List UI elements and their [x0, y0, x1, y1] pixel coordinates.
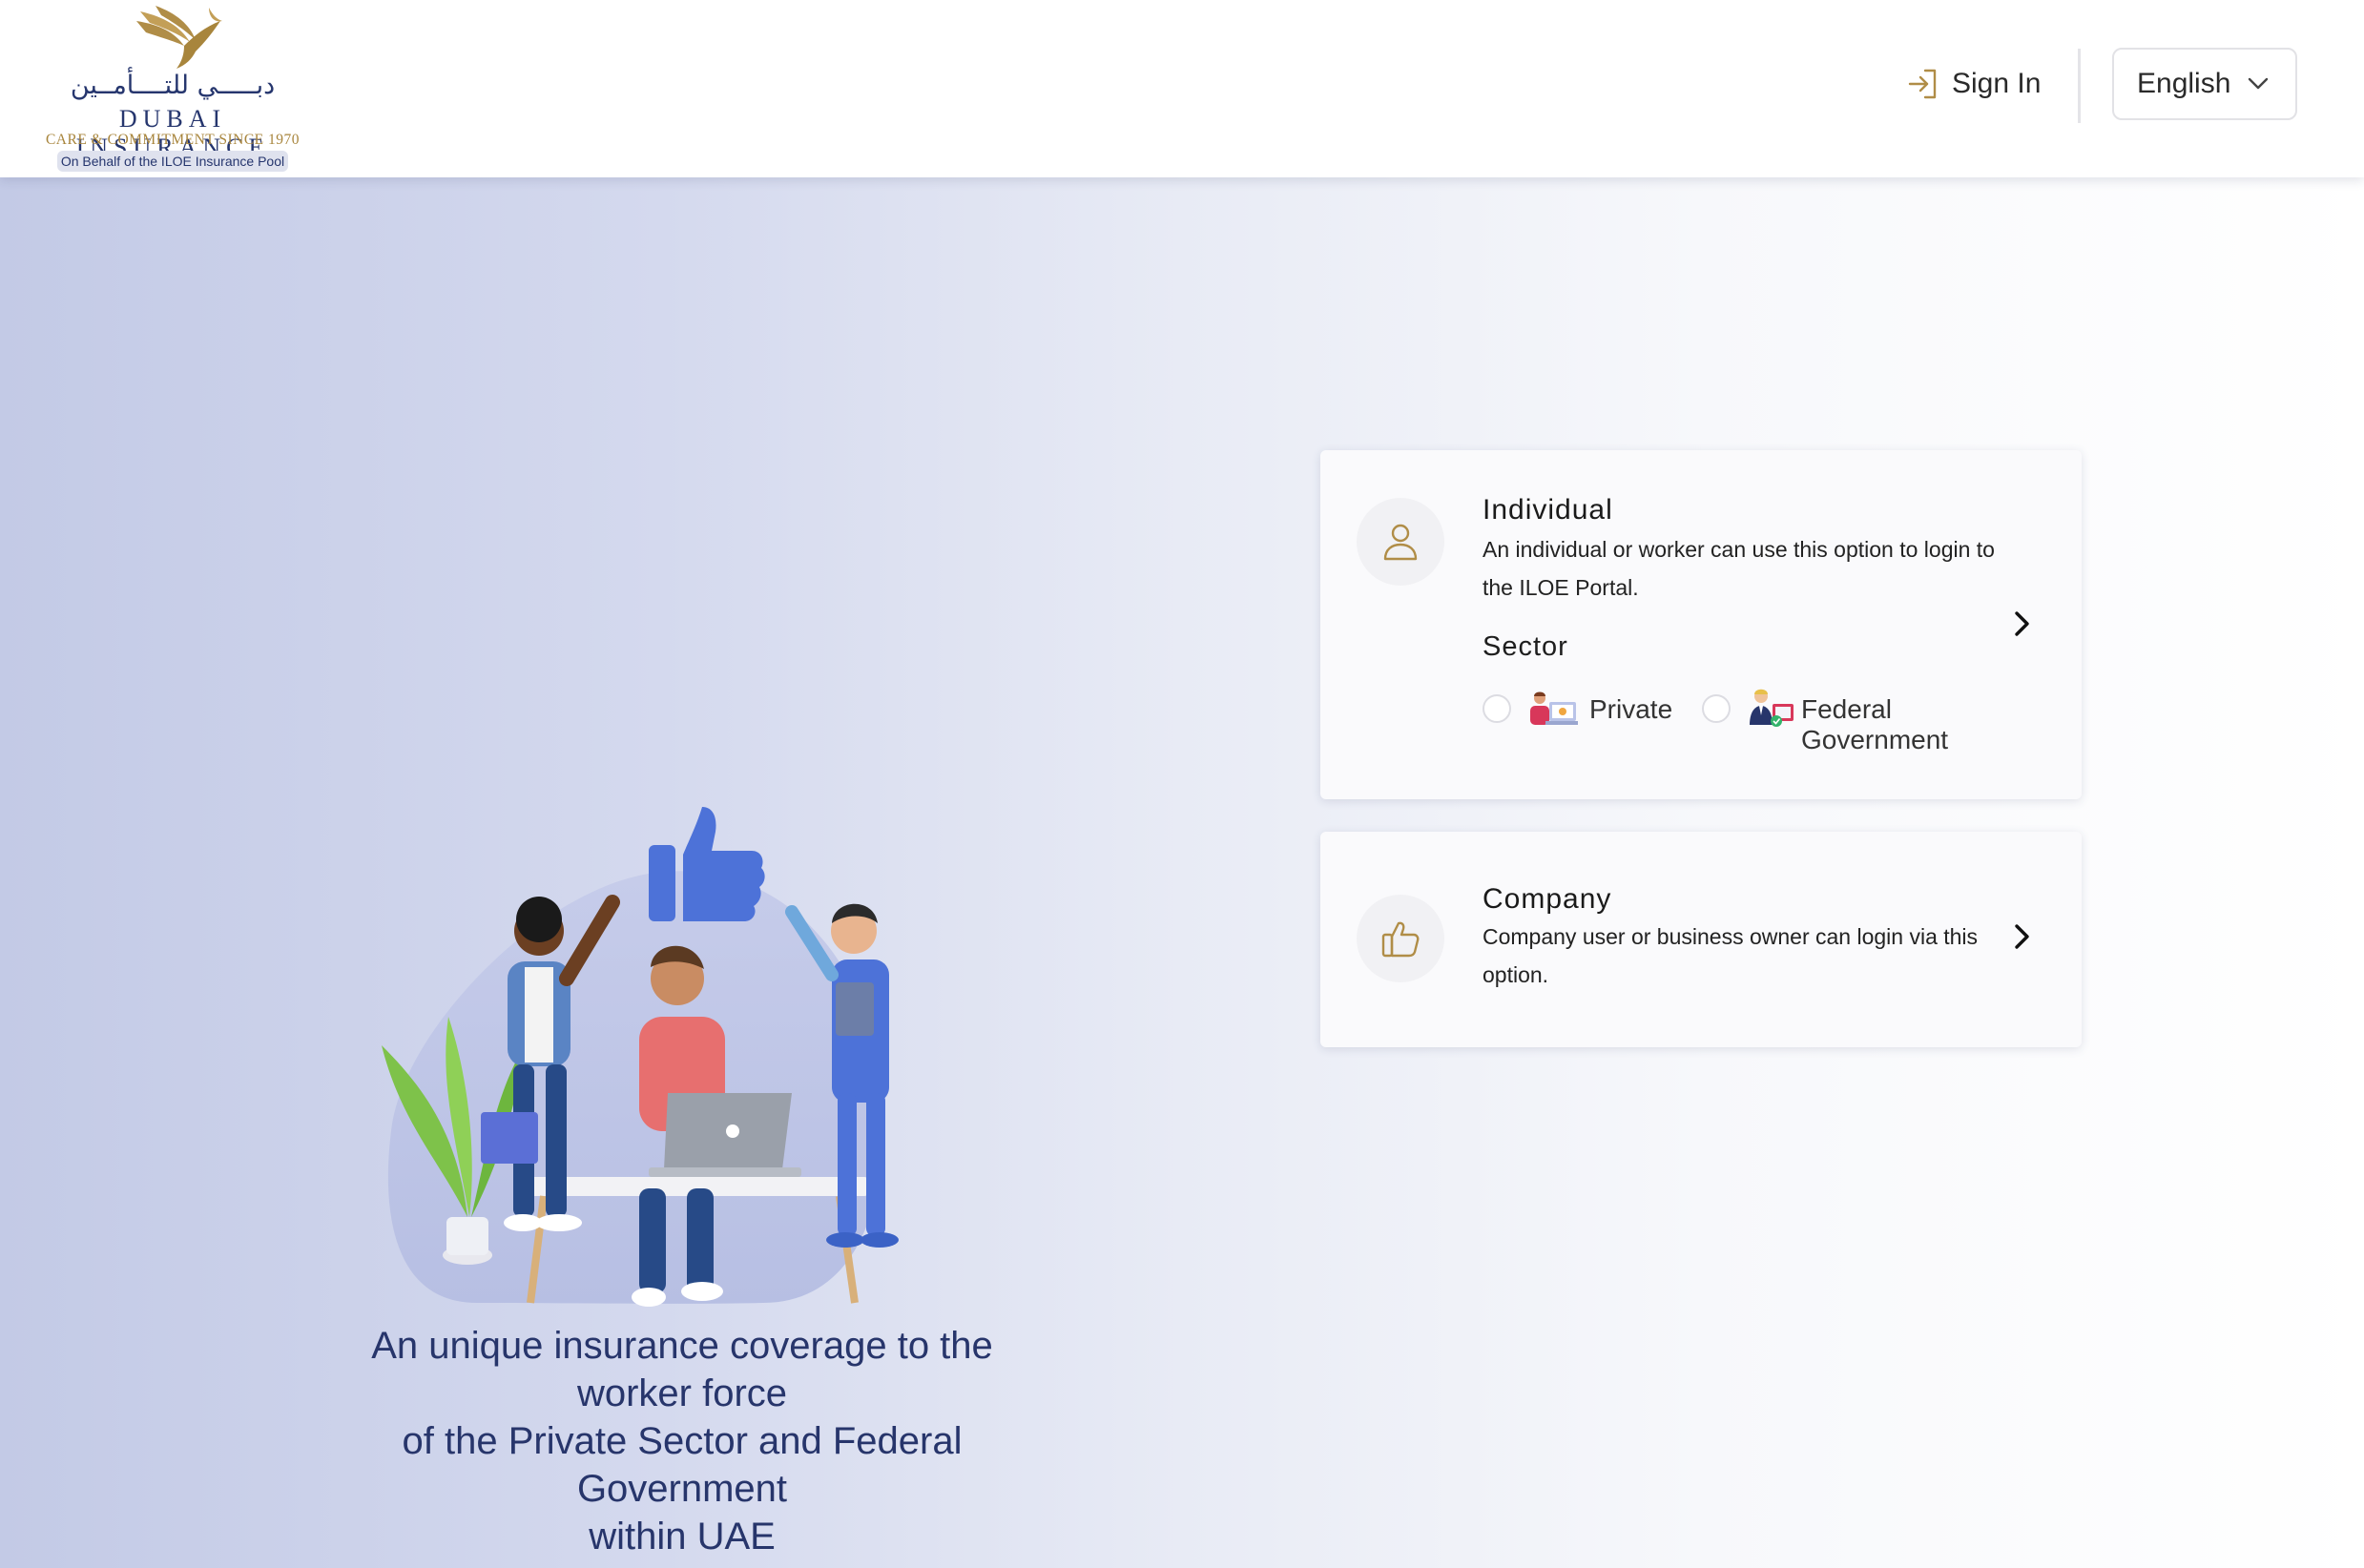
individual-title: Individual — [1483, 494, 1613, 526]
tagline-line: worker force — [576, 1372, 788, 1414]
falcon-logo-icon — [136, 6, 222, 69]
federal-government-icon — [1750, 689, 1794, 727]
header-divider — [2078, 49, 2081, 123]
dubai-insurance-logo[interactable]: دبـــــي للتــــأمــين DUBAI INSURANCE C… — [27, 4, 319, 174]
sign-in-icon — [1908, 69, 1937, 99]
hero-tagline: An unique insurance coverage to the work… — [305, 1322, 1059, 1560]
logo-tagline: CARE & COMMITMENT SINCE 1970 — [45, 132, 301, 148]
tagline-line: of the Private Sector and Federal — [402, 1420, 963, 1462]
chevron-right-icon[interactable] — [2013, 610, 2032, 637]
tagline-line: An unique insurance coverage to the — [371, 1325, 993, 1367]
logo-iloe-pill: On Behalf of the ILOE Insurance Pool — [57, 151, 288, 172]
thumbs-up-icon-badge — [1357, 895, 1444, 982]
sign-in-button[interactable]: Sign In — [1904, 61, 2041, 107]
private-sector-icon — [1530, 691, 1578, 725]
sector-label: Sector — [1483, 631, 1568, 662]
top-header: دبـــــي للتــــأمــين DUBAI INSURANCE C… — [0, 0, 2364, 177]
tagline-line: Government — [576, 1468, 788, 1510]
sign-in-label: Sign In — [1952, 68, 2042, 99]
individual-login-card[interactable]: Individual An individual or worker can u… — [1320, 450, 2082, 799]
sector-federal-government-radio[interactable] — [1702, 694, 1731, 723]
sector-private-label[interactable]: Private — [1589, 694, 1672, 725]
company-title: Company — [1483, 883, 1612, 915]
company-description: Company user or business owner can login… — [1483, 924, 1979, 987]
user-icon — [1383, 524, 1418, 561]
language-select[interactable]: English — [2112, 48, 2297, 120]
thumbs-up-icon — [1381, 921, 1420, 958]
chevron-right-icon[interactable] — [2013, 923, 2032, 950]
language-selected-label: English — [2137, 68, 2231, 99]
user-icon-badge — [1357, 498, 1444, 586]
chevron-down-icon — [2248, 77, 2269, 90]
sector-federal-government-label[interactable]: Federal Government — [1801, 694, 1992, 755]
company-login-card[interactable]: Company Company user or business owner c… — [1320, 832, 2082, 1047]
sector-private-radio[interactable] — [1483, 694, 1511, 723]
individual-description: An individual or worker can use this opt… — [1483, 537, 1995, 600]
logo-arabic-text: دبـــــي للتــــأمــين — [70, 71, 276, 100]
tagline-line: within UAE — [589, 1516, 776, 1558]
